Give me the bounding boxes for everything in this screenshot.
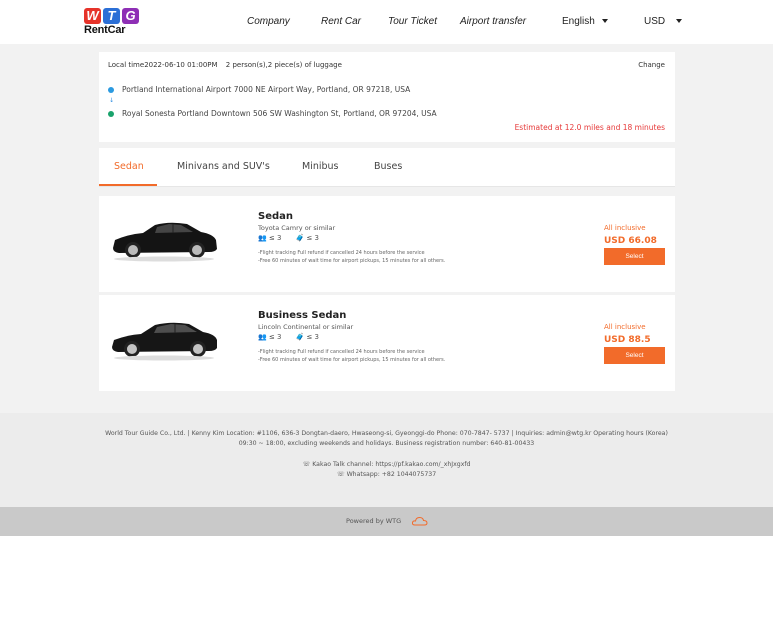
nav-tour-ticket[interactable]: Tour Ticket	[388, 16, 437, 27]
vehicle-capacity: 👥 ≤ 3 🧳 ≤ 3	[258, 333, 319, 341]
brand-logo[interactable]: W T G RentCar	[84, 8, 144, 40]
passenger-icon: 👥	[258, 333, 267, 341]
select-button[interactable]: Select	[604, 248, 665, 265]
passenger-count: ≤ 3	[268, 333, 282, 341]
vehicle-price: USD 66.08	[604, 236, 657, 246]
vehicle-similar: Toyota Camry or similar	[258, 224, 336, 232]
dropoff-address: Royal Sonesta Portland Downtown 506 SW W…	[122, 109, 437, 118]
luggage-icon: 🧳	[295, 333, 305, 341]
dropoff-dot-icon	[108, 110, 114, 117]
page-bottom-area	[0, 536, 773, 621]
powered-by-text: Powered by WTG	[346, 517, 402, 525]
language-value: English	[562, 16, 595, 27]
tab-minivans-suvs[interactable]: Minivans and SUV's	[177, 161, 270, 172]
change-button[interactable]: Change	[638, 61, 665, 69]
currency-select[interactable]: USD	[644, 16, 683, 27]
language-select[interactable]: English	[562, 16, 608, 27]
vehicle-note-2: -Free 60 minutes of wait time for airpor…	[258, 258, 446, 264]
luggage-count: ≤ 3	[306, 234, 319, 242]
all-inclusive-label: All inclusive	[604, 323, 646, 331]
passenger-luggage: 2 person(s),2 piece(s) of luggage	[225, 61, 342, 69]
trip-info: Local time2022-06-10 01:00PM 2 person(s)…	[108, 61, 342, 69]
cloud-icon	[412, 516, 428, 526]
active-tab-indicator	[99, 184, 157, 186]
footer-hours: 09:30 ~ 18:00, excluding weekends and ho…	[238, 440, 535, 447]
vehicle-similar: Lincoln Continental or similar	[258, 323, 354, 331]
chevron-down-icon	[601, 19, 608, 24]
powered-bar: Powered by WTG	[0, 507, 773, 536]
luggage-count: ≤ 3	[306, 333, 319, 341]
logo-subtitle: RentCar	[84, 24, 126, 36]
pickup-address: Portland International Airport 7000 NE A…	[122, 85, 411, 94]
logo-letter-t: T	[103, 8, 120, 24]
vehicle-tabs: Sedan Minivans and SUV's Minibus Buses	[99, 148, 675, 187]
vehicle-name: Business Sedan	[258, 310, 347, 321]
logo-letter-w: W	[84, 8, 101, 24]
nav-rent-car[interactable]: Rent Car	[321, 16, 361, 27]
business-sedan-car-image	[112, 322, 217, 361]
chevron-down-icon	[676, 19, 683, 24]
vehicle-name: Sedan	[258, 211, 294, 222]
arrow-down-icon: ↓	[109, 97, 115, 104]
sedan-car-image	[113, 222, 217, 262]
footer-company-info: World Tour Guide Co., Ltd. | Kenny Kim L…	[105, 430, 668, 437]
trip-summary: Local time2022-06-10 01:00PM 2 person(s)…	[99, 52, 675, 142]
footer-kakao[interactable]: ☏ Kakao Talk channel: https://pf.kakao.c…	[0, 461, 773, 468]
vehicle-card-sedan: Sedan Toyota Camry or similar 👥 ≤ 3 🧳 ≤ …	[99, 196, 675, 292]
phone-icon: ☏	[336, 471, 347, 478]
vehicle-price: USD 88.5	[604, 335, 651, 345]
all-inclusive-label: All inclusive	[604, 224, 646, 232]
kakao-link[interactable]: Kakao Talk channel: https://pf.kakao.com…	[312, 461, 470, 468]
passenger-capacity: 👥 ≤ 3	[258, 234, 282, 242]
pickup-dot-icon	[108, 86, 114, 93]
tab-minibus[interactable]: Minibus	[302, 161, 339, 172]
currency-value: USD	[644, 16, 666, 27]
footer: World Tour Guide Co., Ltd. | Kenny Kim L…	[0, 413, 773, 507]
pickup-location: Portland International Airport 7000 NE A…	[108, 85, 410, 94]
vehicle-note-1: -Flight tracking Full refund if cancelle…	[258, 349, 425, 355]
logo-letters: W T G	[84, 8, 144, 24]
whatsapp-number[interactable]: Whatsapp: +82 1044075737	[347, 471, 437, 478]
passenger-count: ≤ 3	[268, 234, 282, 242]
chat-icon: ☏	[302, 461, 313, 468]
select-button[interactable]: Select	[604, 347, 665, 364]
tab-sedan[interactable]: Sedan	[114, 161, 144, 172]
vehicle-note-2: -Free 60 minutes of wait time for airpor…	[258, 357, 446, 363]
tab-buses[interactable]: Buses	[374, 161, 402, 172]
vehicle-note-1: -Flight tracking Full refund if cancelle…	[258, 250, 425, 256]
trip-estimate: Estimated at 12.0 miles and 18 minutes	[514, 123, 665, 132]
dropoff-location: Royal Sonesta Portland Downtown 506 SW W…	[108, 109, 437, 118]
vehicle-capacity: 👥 ≤ 3 🧳 ≤ 3	[258, 234, 319, 242]
nav-airport-transfer[interactable]: Airport transfer	[460, 16, 526, 27]
luggage-capacity: 🧳 ≤ 3	[296, 234, 320, 242]
luggage-icon: 🧳	[295, 234, 305, 242]
nav-company[interactable]: Company	[247, 16, 290, 27]
local-time-label: Local time	[108, 61, 145, 69]
local-time: 2022-06-10 01:00PM	[144, 61, 218, 69]
header: W T G RentCar Company Rent Car Tour Tick…	[0, 0, 773, 44]
footer-whatsapp[interactable]: ☏ Whatsapp: +82 1044075737	[0, 471, 773, 478]
luggage-capacity: 🧳 ≤ 3	[296, 333, 320, 341]
passenger-icon: 👥	[258, 234, 267, 242]
vehicle-card-business-sedan: Business Sedan Lincoln Continental or si…	[99, 295, 675, 391]
logo-letter-g: G	[122, 8, 139, 24]
passenger-capacity: 👥 ≤ 3	[258, 333, 282, 341]
